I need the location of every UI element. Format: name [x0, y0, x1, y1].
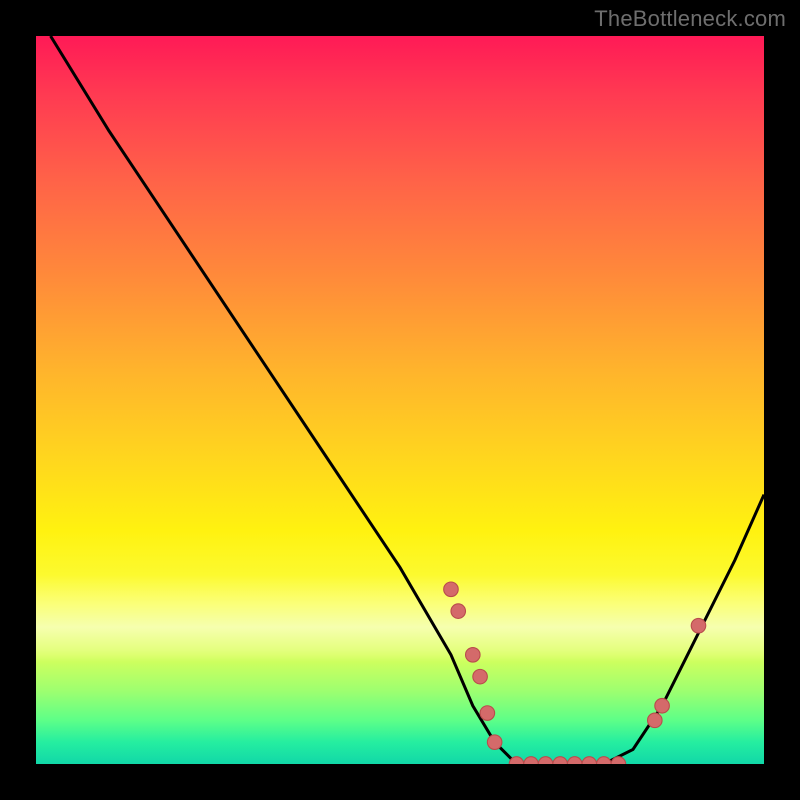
data-marker: [480, 706, 495, 721]
data-marker: [524, 757, 539, 764]
data-marker: [567, 757, 582, 764]
data-marker: [444, 582, 459, 597]
data-marker: [451, 604, 466, 619]
data-marker: [538, 757, 553, 764]
bottleneck-curve: [51, 36, 764, 764]
data-marker: [466, 648, 481, 663]
data-marker: [487, 735, 502, 750]
chart-svg: [36, 36, 764, 764]
data-marker: [473, 669, 488, 684]
data-marker: [691, 618, 706, 633]
data-marker: [597, 757, 612, 764]
data-markers: [444, 582, 706, 764]
watermark-text: TheBottleneck.com: [594, 6, 786, 32]
data-marker: [655, 698, 670, 713]
data-marker: [582, 757, 597, 764]
data-marker: [648, 713, 663, 728]
plot-area: [36, 36, 764, 764]
data-marker: [553, 757, 568, 764]
chart-stage: TheBottleneck.com: [0, 0, 800, 800]
